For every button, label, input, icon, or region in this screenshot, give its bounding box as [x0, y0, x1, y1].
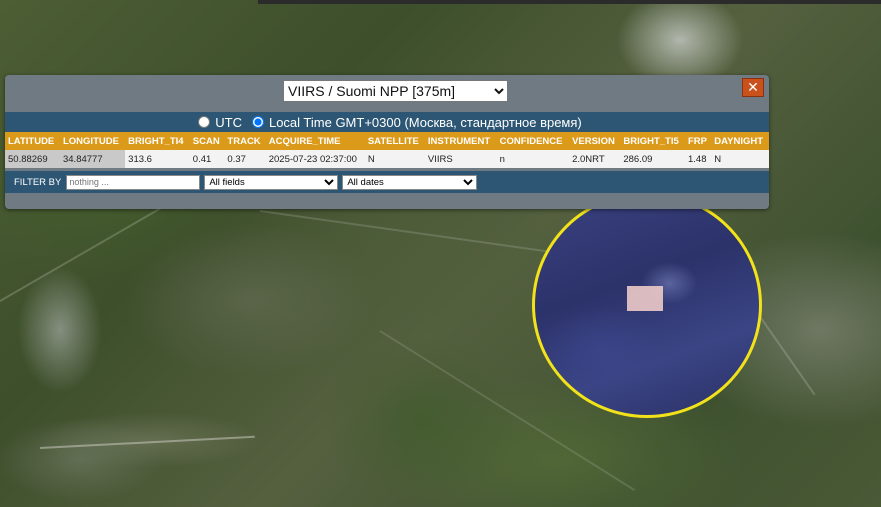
col-satellite[interactable]: SATELLITE [364, 132, 425, 150]
utc-label: UTC [215, 114, 242, 130]
map-road [259, 210, 558, 254]
cell-bright-ti4: 313.6 [125, 150, 190, 168]
cell-longitude: 34.84777 [59, 150, 126, 168]
cell-scan: 0.41 [189, 150, 225, 168]
utc-option[interactable]: UTC [192, 115, 242, 130]
fire-pixel-marker[interactable] [627, 286, 663, 311]
local-time-radio[interactable] [251, 116, 264, 128]
map-top-strip [258, 0, 881, 4]
col-acquire-time[interactable]: ACQUIRE_TIME [265, 132, 365, 150]
col-daynight[interactable]: DAYNIGHT [711, 132, 769, 150]
filter-date-select[interactable]: All dates [342, 174, 478, 190]
cell-acquire-time: 2025-07-23 02:37:00 [265, 150, 365, 168]
col-scan[interactable]: SCAN [189, 132, 225, 150]
cell-daynight: N [711, 150, 769, 168]
detection-table: LATITUDE LONGITUDE BRIGHT_TI4 SCAN TRACK… [5, 132, 769, 168]
local-time-label: Local Time GMT+0300 (Москва, стандартное… [268, 114, 582, 130]
cell-version: 2.0NRT [569, 150, 621, 168]
cell-instrument: VIIRS [424, 150, 497, 168]
sensor-select[interactable]: VIIRS / Suomi NPP [375m] [283, 80, 508, 102]
col-frp[interactable]: FRP [685, 132, 712, 150]
close-icon: ✕ [747, 79, 759, 95]
filter-input[interactable] [66, 174, 201, 190]
utc-radio[interactable] [198, 116, 211, 128]
map-road [39, 435, 255, 449]
cell-latitude: 50.88269 [5, 150, 60, 168]
table-row[interactable]: 50.88269 34.84777 313.6 0.41 0.37 2025-0… [5, 150, 769, 168]
cell-bright-ti5: 286.09 [620, 150, 685, 168]
col-bright-ti5[interactable]: BRIGHT_TI5 [620, 132, 685, 150]
local-time-option[interactable]: Local Time GMT+0300 (Москва, стандартное… [246, 115, 582, 130]
col-version[interactable]: VERSION [569, 132, 621, 150]
col-bright-ti4[interactable]: BRIGHT_TI4 [125, 132, 190, 150]
table-header-row: LATITUDE LONGITUDE BRIGHT_TI4 SCAN TRACK… [5, 132, 769, 150]
filter-bar: FILTER BY All fields All dates [5, 171, 769, 193]
col-latitude[interactable]: LATITUDE [5, 132, 60, 150]
col-track[interactable]: TRACK [224, 132, 266, 150]
filter-field-select[interactable]: All fields [204, 174, 339, 190]
filter-label: FILTER BY [14, 176, 62, 188]
cell-satellite: N [364, 150, 425, 168]
fire-info-popup: VIIRS / Suomi NPP [375m] ✕ UTC Local Tim… [5, 75, 769, 209]
cell-confidence: n [496, 150, 570, 168]
col-instrument[interactable]: INSTRUMENT [424, 132, 497, 150]
col-confidence[interactable]: CONFIDENCE [496, 132, 570, 150]
time-mode-bar: UTC Local Time GMT+0300 (Москва, стандар… [5, 112, 769, 132]
close-button[interactable]: ✕ [742, 78, 764, 97]
col-longitude[interactable]: LONGITUDE [59, 132, 126, 150]
cell-track: 0.37 [224, 150, 266, 168]
cell-frp: 1.48 [685, 150, 712, 168]
